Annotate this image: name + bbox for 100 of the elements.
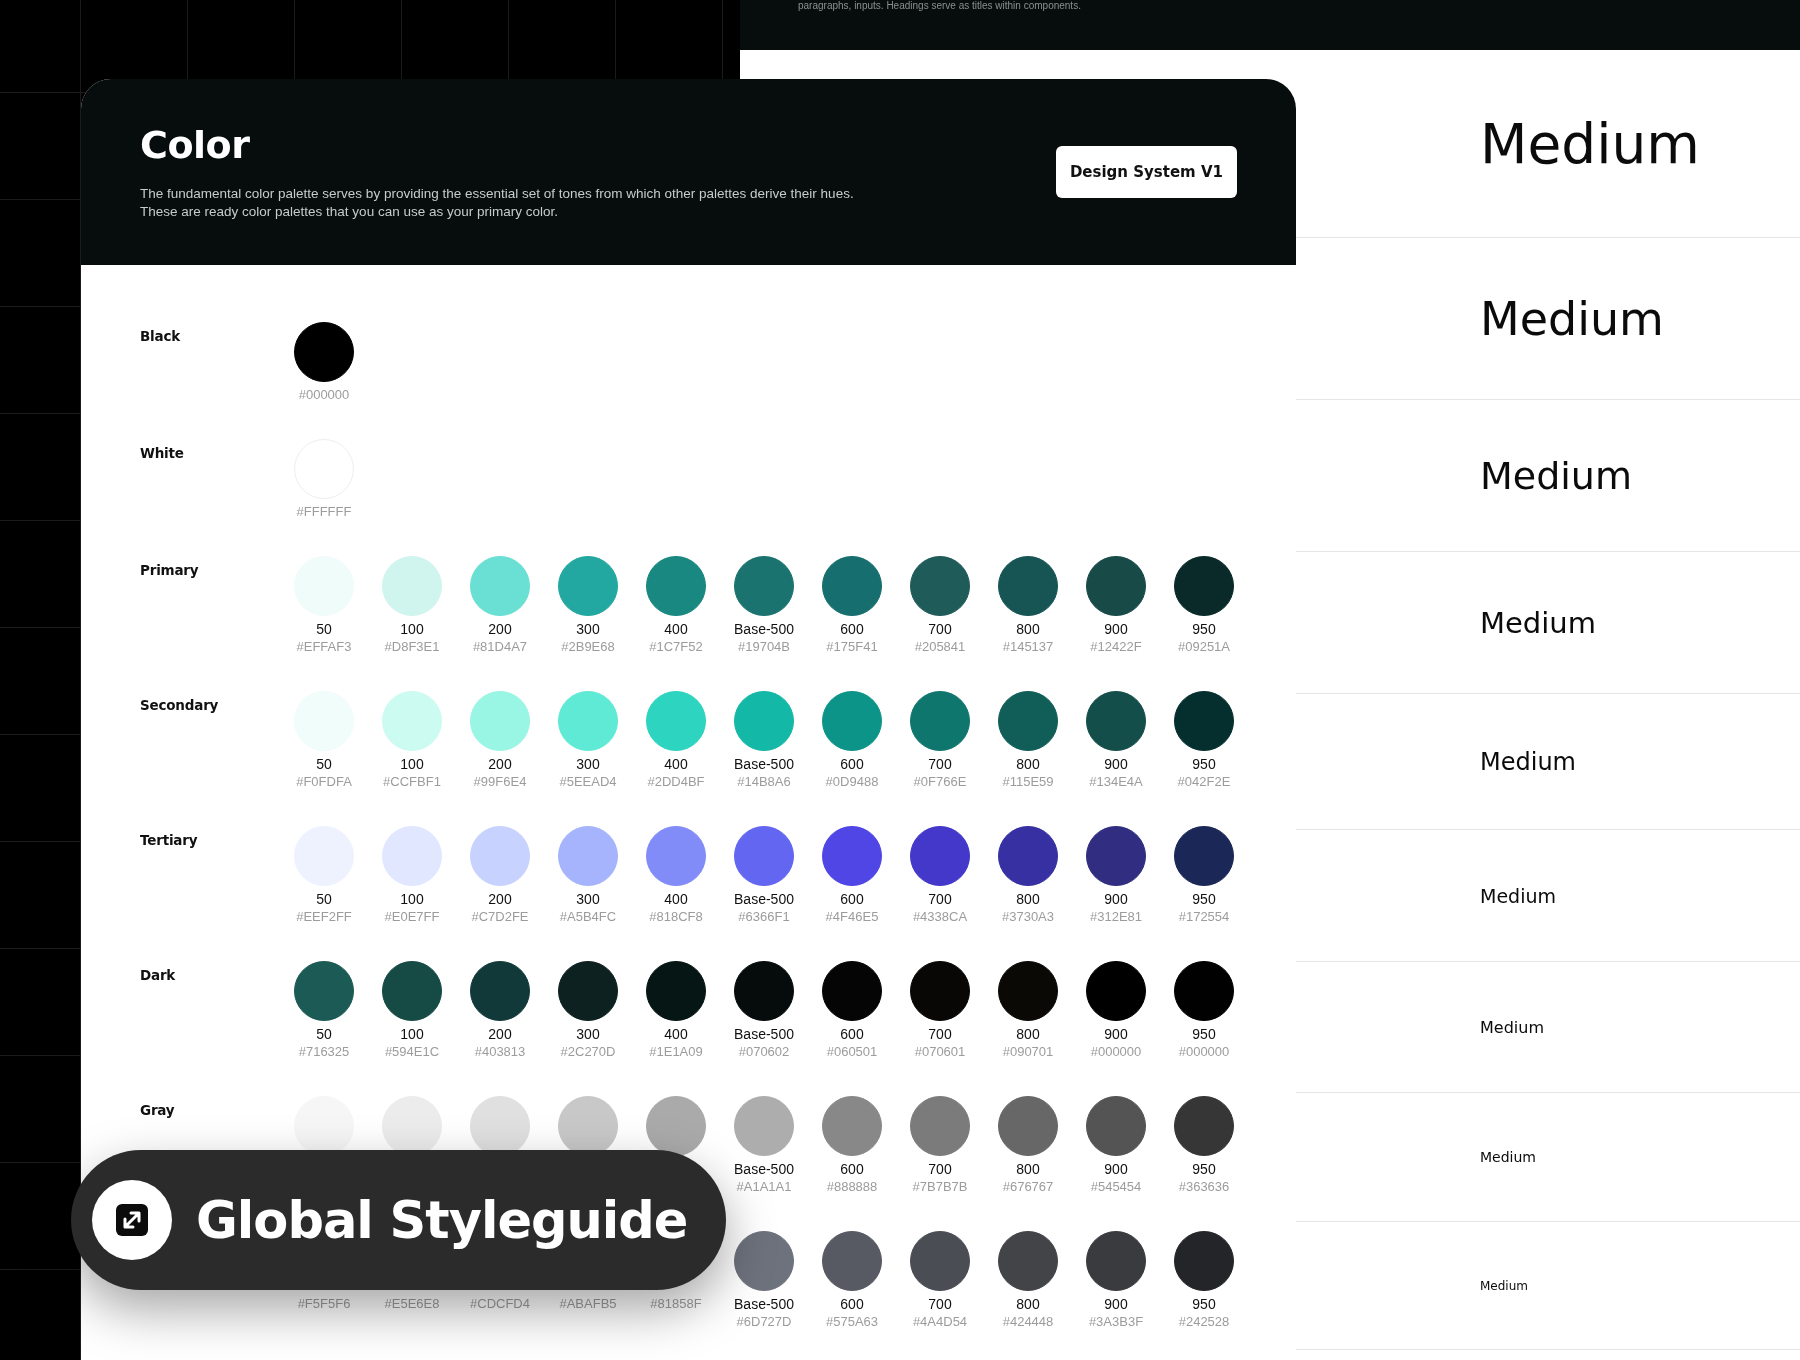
swatch-step: 600 xyxy=(840,1161,864,1178)
palette-name: Dark xyxy=(140,967,176,983)
swatch-hex: #716325 xyxy=(298,1044,350,1060)
swatch-step: 900 xyxy=(1104,1296,1128,1313)
swatch-hex: #312E81 xyxy=(1089,909,1143,925)
header-note: paragraphs, inputs. Headings serve as titles within components. xyxy=(798,0,1081,12)
font-sample: Medium xyxy=(1480,1017,1544,1037)
swatch-hex: #3A3B3F xyxy=(1088,1314,1144,1330)
card-title: Color xyxy=(140,123,251,167)
badge-label: Global Styleguide xyxy=(196,1190,688,1250)
swatch-step: 800 xyxy=(1016,1296,1040,1313)
swatch-hex: #09251A xyxy=(1177,639,1231,655)
swatch-hex: #4A4D54 xyxy=(912,1314,968,1330)
swatch-hex: #676767 xyxy=(1002,1179,1054,1195)
swatch-hex: #175F41 xyxy=(826,639,878,655)
swatch-hex: #0D9488 xyxy=(825,774,879,790)
swatch-hex: #81D4A7 xyxy=(472,639,528,655)
swatch-hex: #115E59 xyxy=(1002,774,1054,790)
swatch-step: 700 xyxy=(928,1026,952,1043)
palette-name: Black xyxy=(140,328,180,344)
swatch-hex: #424448 xyxy=(1002,1314,1054,1330)
swatch-hex: #545454 xyxy=(1090,1179,1142,1195)
swatch-hex: #99F6E4 xyxy=(473,774,527,790)
swatch-hex: #070602 xyxy=(738,1044,790,1060)
palette-name: Primary xyxy=(140,562,199,578)
swatch-hex: #F0FDFA xyxy=(296,774,352,790)
swatch-hex: #134E4A xyxy=(1089,774,1143,790)
expand-icon xyxy=(114,1202,150,1238)
font-sample: Medium xyxy=(1480,884,1556,907)
swatch-hex: #1C7F52 xyxy=(649,639,703,655)
swatch-hex: #ABAFB5 xyxy=(559,1296,617,1312)
swatch-step: 800 xyxy=(1016,891,1040,908)
swatch-step: 300 xyxy=(576,891,600,908)
swatch-step: 400 xyxy=(664,891,688,908)
swatch-hex: #EFFAF3 xyxy=(296,639,352,655)
swatch-step: Base-500 xyxy=(734,891,794,908)
swatch-hex: #2DD4BF xyxy=(647,774,705,790)
swatch-hex: #7B7B7B xyxy=(912,1179,968,1195)
swatch-step: Base-500 xyxy=(734,621,794,638)
styleguide-badge[interactable]: Global Styleguide xyxy=(71,1150,726,1290)
font-sample: Medium xyxy=(1480,1278,1528,1293)
swatch-step: 50 xyxy=(316,891,332,908)
card-description: The fundamental color palette serves by providing the essential set of tones from which other palettes derive their hues. These are ready color palettes that you can use as your primary color. xyxy=(140,185,854,221)
swatch-step: 300 xyxy=(576,756,600,773)
swatch-step: 950 xyxy=(1192,1026,1216,1043)
swatch-step: 300 xyxy=(576,621,600,638)
palette-name: White xyxy=(140,445,184,461)
swatch-hex: #000000 xyxy=(1178,1044,1230,1060)
swatch-hex: #363636 xyxy=(1178,1179,1230,1195)
font-sample: Medium xyxy=(1480,747,1576,776)
swatch-step: Base-500 xyxy=(734,756,794,773)
swatch-step: 950 xyxy=(1192,891,1216,908)
palette-name: Secondary xyxy=(140,697,219,713)
swatch-hex: #090701 xyxy=(1002,1044,1054,1060)
swatch-step: 200 xyxy=(488,891,512,908)
version-button[interactable]: Design System V1 xyxy=(1055,146,1237,198)
swatch-hex: #C7D2FE xyxy=(471,909,529,925)
swatch-hex: #594E1C xyxy=(384,1044,440,1060)
font-sample: Medium xyxy=(1480,453,1632,498)
swatch-hex: #070601 xyxy=(914,1044,966,1060)
swatch-hex: #888888 xyxy=(826,1179,878,1195)
swatch-step: 700 xyxy=(928,621,952,638)
swatch-step: 100 xyxy=(400,1026,424,1043)
swatch-step: 600 xyxy=(840,756,864,773)
swatch-step: 50 xyxy=(316,1026,332,1043)
palette-name: Gray xyxy=(140,1102,175,1118)
swatch-step: 50 xyxy=(316,756,332,773)
swatch-hex: #042F2E xyxy=(1177,774,1231,790)
swatch-step: 400 xyxy=(664,756,688,773)
swatch-hex: #A5B4FC xyxy=(559,909,617,925)
swatch-step: 950 xyxy=(1192,756,1216,773)
swatch-step: 700 xyxy=(928,1161,952,1178)
swatch-hex: #A1A1A1 xyxy=(736,1179,792,1195)
swatch-step: 700 xyxy=(928,891,952,908)
swatch-hex: #6D727D xyxy=(736,1314,792,1330)
swatch-hex: #F5F5F6 xyxy=(297,1296,351,1312)
swatch-hex: #5EEAD4 xyxy=(559,774,617,790)
swatch-hex: #4F46E5 xyxy=(825,909,879,925)
swatch-step: Base-500 xyxy=(734,1296,794,1313)
swatch-hex: #2C270D xyxy=(560,1044,616,1060)
swatch-step: 800 xyxy=(1016,756,1040,773)
swatch-step: 900 xyxy=(1104,756,1128,773)
swatch-step: Base-500 xyxy=(734,1161,794,1178)
swatch-step: 700 xyxy=(928,1296,952,1313)
swatch-step: 950 xyxy=(1192,1296,1216,1313)
swatch-hex: #2B9E68 xyxy=(561,639,615,655)
swatch-step: 950 xyxy=(1192,1161,1216,1178)
swatch-step: 100 xyxy=(400,756,424,773)
swatch-hex: #FFFFFF xyxy=(296,504,352,520)
font-sample: Medium xyxy=(1480,605,1596,640)
swatch-step: 400 xyxy=(664,621,688,638)
swatch-hex: #81858F xyxy=(650,1296,702,1312)
swatch-step: 100 xyxy=(400,621,424,638)
swatch-hex: #12422F xyxy=(1090,639,1142,655)
swatch-hex: #4338CA xyxy=(912,909,968,925)
swatch-hex: #14B8A6 xyxy=(737,774,791,790)
swatch-step: 900 xyxy=(1104,1161,1128,1178)
font-sample: Medium xyxy=(1480,1149,1536,1165)
swatch-step: 100 xyxy=(400,891,424,908)
font-sample: Medium xyxy=(1480,291,1664,346)
